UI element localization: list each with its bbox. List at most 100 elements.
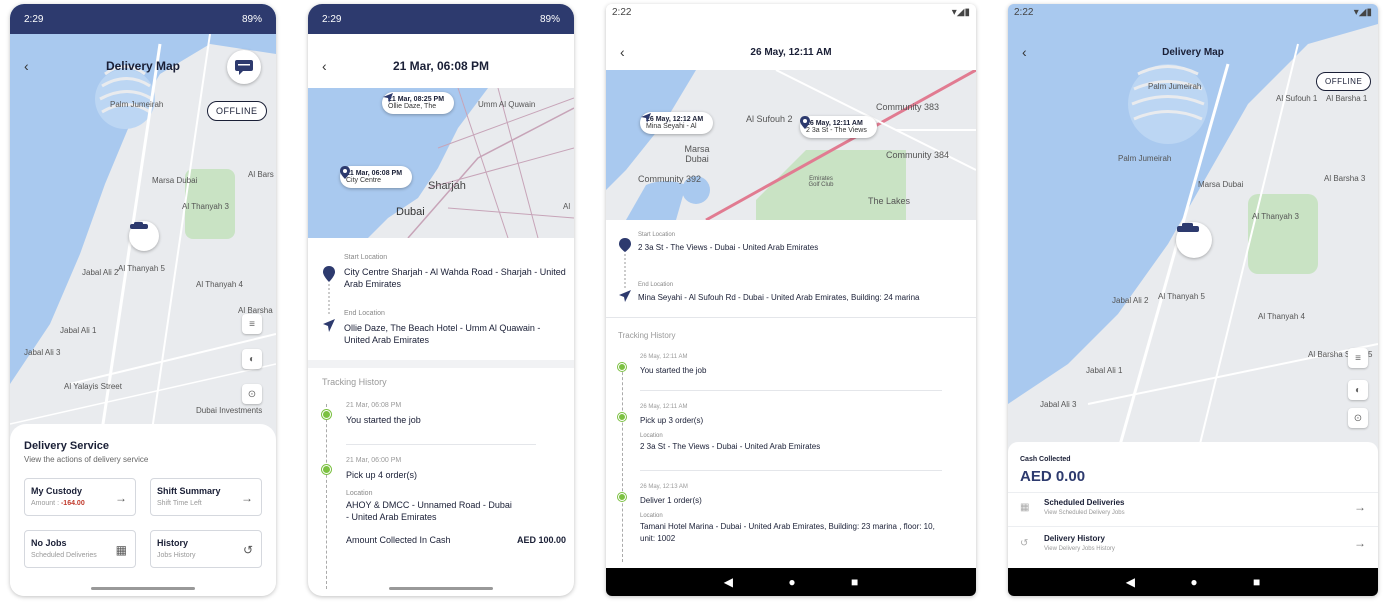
tracking-history-title: Tracking History [322,377,387,387]
navigation-arrow-icon [383,93,393,103]
car-marker-icon[interactable] [129,221,159,251]
cash-sheet: Cash Collected AED 0.00 ▦ Scheduled Deli… [1008,442,1378,596]
android-nav-bar: ◀ ● ■ [1008,568,1378,596]
start-location-label: Start Location [344,254,388,261]
end-location-label: End Location [344,310,385,317]
scheduled-deliveries-row[interactable]: ▦ Scheduled Deliveries View Scheduled De… [1008,494,1378,524]
sheet-subtitle: View the actions of delivery service [24,455,149,464]
nav-recents-icon[interactable]: ■ [1253,575,1260,589]
timeline-check-icon [322,410,331,419]
car-marker-icon[interactable] [1176,222,1212,258]
locate-icon[interactable]: ⊙ [242,384,262,404]
route-map[interactable]: Umm Al Quwain Sharjah Dubai Al 21 Mar, 0… [308,88,574,238]
map-label: The Lakes [868,196,911,206]
home-indicator [91,587,195,590]
map-label: Jabal Ali 3 [1040,400,1077,409]
nav-home-icon[interactable]: ● [1190,575,1197,589]
map-label: Palm Jumeirah [1148,82,1202,91]
end-point-tooltip[interactable]: 21 Mar, 08:25 PM Ollie Daze, The [382,92,455,114]
start-location-label: Start Location [638,232,676,238]
chat-icon [235,60,253,75]
layers-icon[interactable]: ≡ [1348,348,1368,368]
back-arrow-icon[interactable]: ‹ [620,44,625,60]
header: ‹ Delivery Map [1008,42,1378,62]
tooltip-place: Mina Seyahi - Al [646,123,697,130]
amount-value: -164.00 [60,500,85,507]
event-text: Pick up 4 order(s) [346,470,418,480]
timeline-check-icon [618,413,626,421]
map-view[interactable]: Palm Jumeirah Al Sufouh 1 Al Barsha 1 Pa… [1008,4,1378,452]
divider [308,360,574,368]
nav-home-icon[interactable]: ● [788,575,795,589]
cash-label: Amount Collected In Cash [346,535,451,545]
globe-icon[interactable]: ◐ [1348,380,1368,400]
my-custody-card[interactable]: My Custody Amount : -164.00 → [24,478,136,516]
tracking-event: 26 May, 12:11 AM You started the job [640,354,706,375]
timeline-line [622,362,623,562]
event-location: AHOY & DMCC - Unnamed Road - Dubai - Uni… [346,500,512,522]
status-bar: 2:22 ▾◢▮ [606,4,976,20]
back-arrow-icon[interactable]: ‹ [1022,44,1027,60]
start-point-tooltip[interactable]: 26 May, 12:11 AM 2 3a St - The Views [800,116,877,138]
row-subtitle: View Delivery Jobs History [1044,546,1115,552]
map-label: Al Thanyah 5 [1158,292,1205,301]
locate-icon[interactable]: ⊙ [1348,408,1368,428]
tracking-event: 21 Mar, 06:08 PM You started the job [346,402,421,425]
event-location-label: Location [346,490,373,497]
map-label: Al Bars [248,170,274,179]
map-label: Dubai [396,206,425,218]
end-location: End Location Ollie Daze, The Beach Hotel… [344,310,566,346]
timeline-line [326,404,327,589]
shift-summary-card[interactable]: Shift Summary Shift Time Left → [150,478,262,516]
tracking-history-title: Tracking History [618,331,676,340]
phone-delivery-map-tablet: Palm Jumeirah Al Sufouh 1 Al Barsha 1 Pa… [1008,4,1378,596]
history-card[interactable]: History Jobs History ↺ [150,530,262,568]
start-point-tooltip[interactable]: 21 Mar, 06:08 PM City Centre [340,166,413,188]
event-location: Tamani Hotel Marina - Dubai - United Ara… [640,522,935,543]
globe-icon[interactable]: ◐ [242,349,262,369]
delivery-history-row[interactable]: ↺ Delivery History View Delivery Jobs Hi… [1008,530,1378,560]
phone-trip-detail-tablet: 2:22 ▾◢▮ ‹ 26 May, 12:11 AM Community 38… [606,4,976,596]
cash-value: AED 0.00 [1020,468,1086,485]
nav-back-icon[interactable]: ◀ [1126,575,1135,589]
map-label: Palm Jumeirah [1118,154,1172,163]
offline-toggle[interactable]: OFFLINE [1316,72,1372,91]
sheet-title: Delivery Service [24,440,110,452]
tracking-event: 26 May, 12:11 AM Pick up 3 order(s) Loca… [640,404,960,453]
calendar-icon: ▦ [1020,502,1030,513]
end-point-tooltip[interactable]: 26 May, 12:12 AM Mina Seyahi - Al [640,112,714,134]
row-subtitle: View Scheduled Delivery Jobs [1044,510,1125,516]
navigation-arrow-icon [641,113,651,123]
chat-button[interactable] [227,50,261,84]
tooltip-time: 26 May, 12:11 AM [806,120,863,127]
layers-icon[interactable]: ≡ [242,314,262,334]
map-label: Al Barsha 3 [1324,174,1366,183]
event-date: 26 May, 12:13 AM [640,484,688,490]
no-jobs-card[interactable]: No Jobs Scheduled Deliveries ▦ [24,530,136,568]
map-label: Community 392 [638,174,702,184]
event-location: 2 3a St - The Views - Dubai - United Ara… [640,442,821,451]
page-title: 21 Mar, 06:08 PM [392,59,490,73]
nav-recents-icon[interactable]: ■ [851,575,858,589]
offline-toggle[interactable]: OFFLINE [207,101,267,121]
cash-row: Amount Collected In Cash AED 100.00 [346,535,566,545]
divider [640,470,942,471]
map-label: Jabal Ali 1 [1086,366,1123,375]
event-location-label: Location [640,513,663,519]
route-map[interactable]: Community 383 Al Sufouh 2 Marsa Dubai Co… [606,70,976,220]
map-label: Marsa Dubai [684,144,710,164]
nav-back-icon[interactable]: ◀ [724,575,733,589]
timeline-check-icon [618,493,626,501]
route-connector [619,238,631,302]
tracking-event: 21 Mar, 06:00 PM Pick up 4 order(s) Loca… [346,457,566,545]
back-arrow-icon[interactable]: ‹ [24,58,29,74]
end-location-label: End Location [638,282,674,288]
map-label: Al Yalayis Street [64,382,122,391]
timeline-check-icon [322,465,331,474]
map-label: Sharjah [428,180,466,192]
tooltip-place: Ollie Daze, The [388,103,437,110]
signal-icon: ▾◢▮ [1353,6,1372,18]
back-arrow-icon[interactable]: ‹ [322,58,327,74]
tooltip-time: 21 Mar, 08:25 PM [388,96,445,103]
amount-label: Amount : [31,500,61,507]
